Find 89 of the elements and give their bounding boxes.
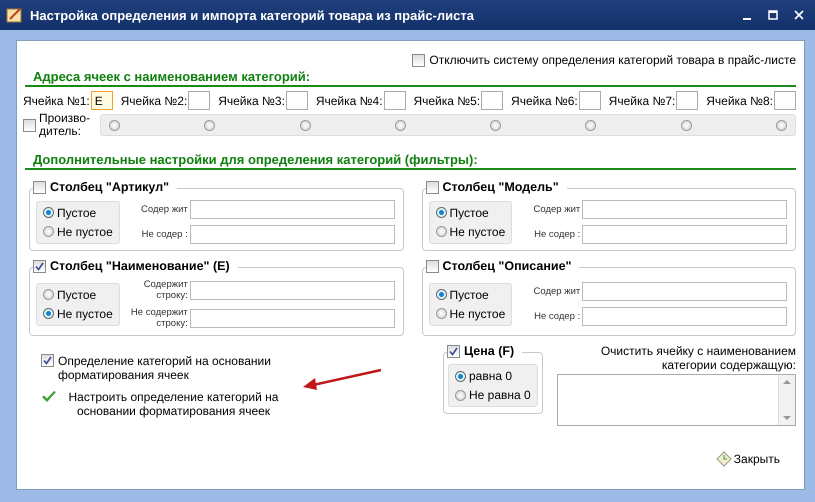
cell-label: Ячейка №5: (413, 94, 480, 108)
group-title: Цена (F) (464, 344, 514, 358)
field-label: Содер жит (140, 204, 188, 215)
radio-button[interactable] (436, 289, 446, 300)
text-field[interactable] (190, 225, 394, 244)
close-button[interactable]: Закрыть (716, 451, 780, 467)
checkbox-label: Определение категорий на основании форматирования ячеек (58, 354, 272, 382)
text-field[interactable] (582, 282, 787, 301)
radio-button[interactable] (455, 390, 466, 400)
text-area[interactable] (556, 374, 796, 426)
cell-input[interactable] (481, 91, 504, 110)
checkbox[interactable] (426, 180, 438, 194)
text-field[interactable] (190, 308, 394, 328)
maximize-icon (768, 10, 778, 20)
radio-button[interactable] (43, 207, 54, 218)
cell-label: Ячейка №7: (608, 94, 676, 108)
checkbox[interactable] (33, 180, 46, 194)
option-label: Пустое (450, 206, 489, 220)
app-icon (6, 6, 24, 24)
field-label: Не содер : (533, 311, 580, 322)
text-field[interactable] (582, 307, 787, 326)
group-title: Столбец "Описание" (442, 259, 572, 273)
text-field[interactable] (582, 225, 787, 244)
checkbox-label: Произво-дитель: (39, 112, 92, 138)
scrollbar[interactable] (778, 375, 795, 425)
cell-input[interactable] (384, 91, 406, 110)
option-label: Пустое (57, 288, 96, 302)
cell-label: Ячейка №4: (316, 94, 383, 108)
settings-link[interactable]: Настроить определение категорий на основании форматирования ячеек (61, 390, 286, 418)
radio-button[interactable] (43, 289, 54, 300)
minimize-icon (743, 18, 751, 20)
cell-label: Ячейка №8: (706, 94, 773, 108)
radio-button[interactable] (109, 120, 120, 130)
option-label: Не пустое (450, 224, 506, 238)
cell-input[interactable] (676, 91, 698, 110)
checkbox[interactable] (23, 118, 36, 132)
field-label: Не содержит строку: (130, 307, 188, 329)
field-label: Очистить ячейку с наименованием категории содержащую: (600, 344, 796, 372)
cell-input[interactable] (188, 91, 210, 110)
checkbox[interactable] (41, 354, 54, 367)
cell-input[interactable] (578, 91, 601, 110)
checkbox[interactable] (33, 260, 46, 272)
radio-button[interactable] (436, 308, 446, 319)
group-title: Столбец "Модель" (442, 180, 559, 194)
group-title: Столбец "Артикул" (50, 180, 170, 194)
option-label: Пустое (450, 288, 489, 302)
radio-button[interactable] (490, 120, 502, 130)
cell-label: Ячейка №2: (120, 94, 188, 108)
cell-input[interactable] (286, 91, 308, 110)
window-title: Настройка определения и импорта категорий товара из прайс-листа (30, 8, 475, 22)
radio-button[interactable] (394, 120, 406, 130)
cell-label: Ячейка №3: (218, 94, 285, 108)
checkbox[interactable] (426, 260, 438, 272)
text-field[interactable] (190, 280, 394, 300)
cell-label: Ячейка №1: (23, 94, 90, 108)
checkmark-icon (41, 390, 57, 404)
cell-input[interactable]: E (90, 91, 113, 110)
radio-button[interactable] (585, 120, 596, 130)
radio-button[interactable] (300, 120, 311, 130)
text-field[interactable] (582, 200, 787, 219)
field-label: Не содер : (533, 229, 580, 240)
option-label: равна 0 (469, 369, 512, 383)
section-title: Дополнительные настройки для определения категорий (фильтры): (25, 152, 796, 170)
radio-button[interactable] (43, 308, 54, 319)
group-title: Столбец "Наименование" (E) (50, 259, 230, 273)
radio-button[interactable] (680, 120, 692, 130)
option-label: Пустое (57, 206, 96, 220)
clock-icon (716, 451, 732, 467)
checkbox[interactable] (447, 344, 460, 358)
field-label: Не содер : (140, 229, 188, 240)
option-label: Не пустое (57, 306, 113, 320)
option-label: Не равна 0 (469, 388, 531, 402)
option-label: Не пустое (450, 306, 506, 320)
field-label: Содер жит (532, 204, 580, 215)
checkbox-label: Отключить систему определения категорий товара в прайс-листе (429, 53, 796, 67)
radio-button[interactable] (436, 226, 446, 237)
field-label: Содер жит (532, 286, 580, 297)
option-label: Не пустое (57, 224, 113, 238)
checkbox[interactable] (412, 54, 426, 66)
field-label: Содержит строку: (142, 279, 188, 301)
radio-button[interactable] (455, 370, 466, 382)
text-field[interactable] (190, 200, 394, 219)
radio-button[interactable] (204, 120, 216, 130)
cell-label: Ячейка №6: (511, 94, 578, 108)
radio-button[interactable] (776, 120, 787, 130)
cell-input[interactable] (774, 91, 796, 110)
radio-button[interactable] (436, 207, 446, 218)
section-title: Адреса ячеек с наименованием категорий: (25, 69, 796, 87)
radio-button[interactable] (43, 226, 54, 237)
